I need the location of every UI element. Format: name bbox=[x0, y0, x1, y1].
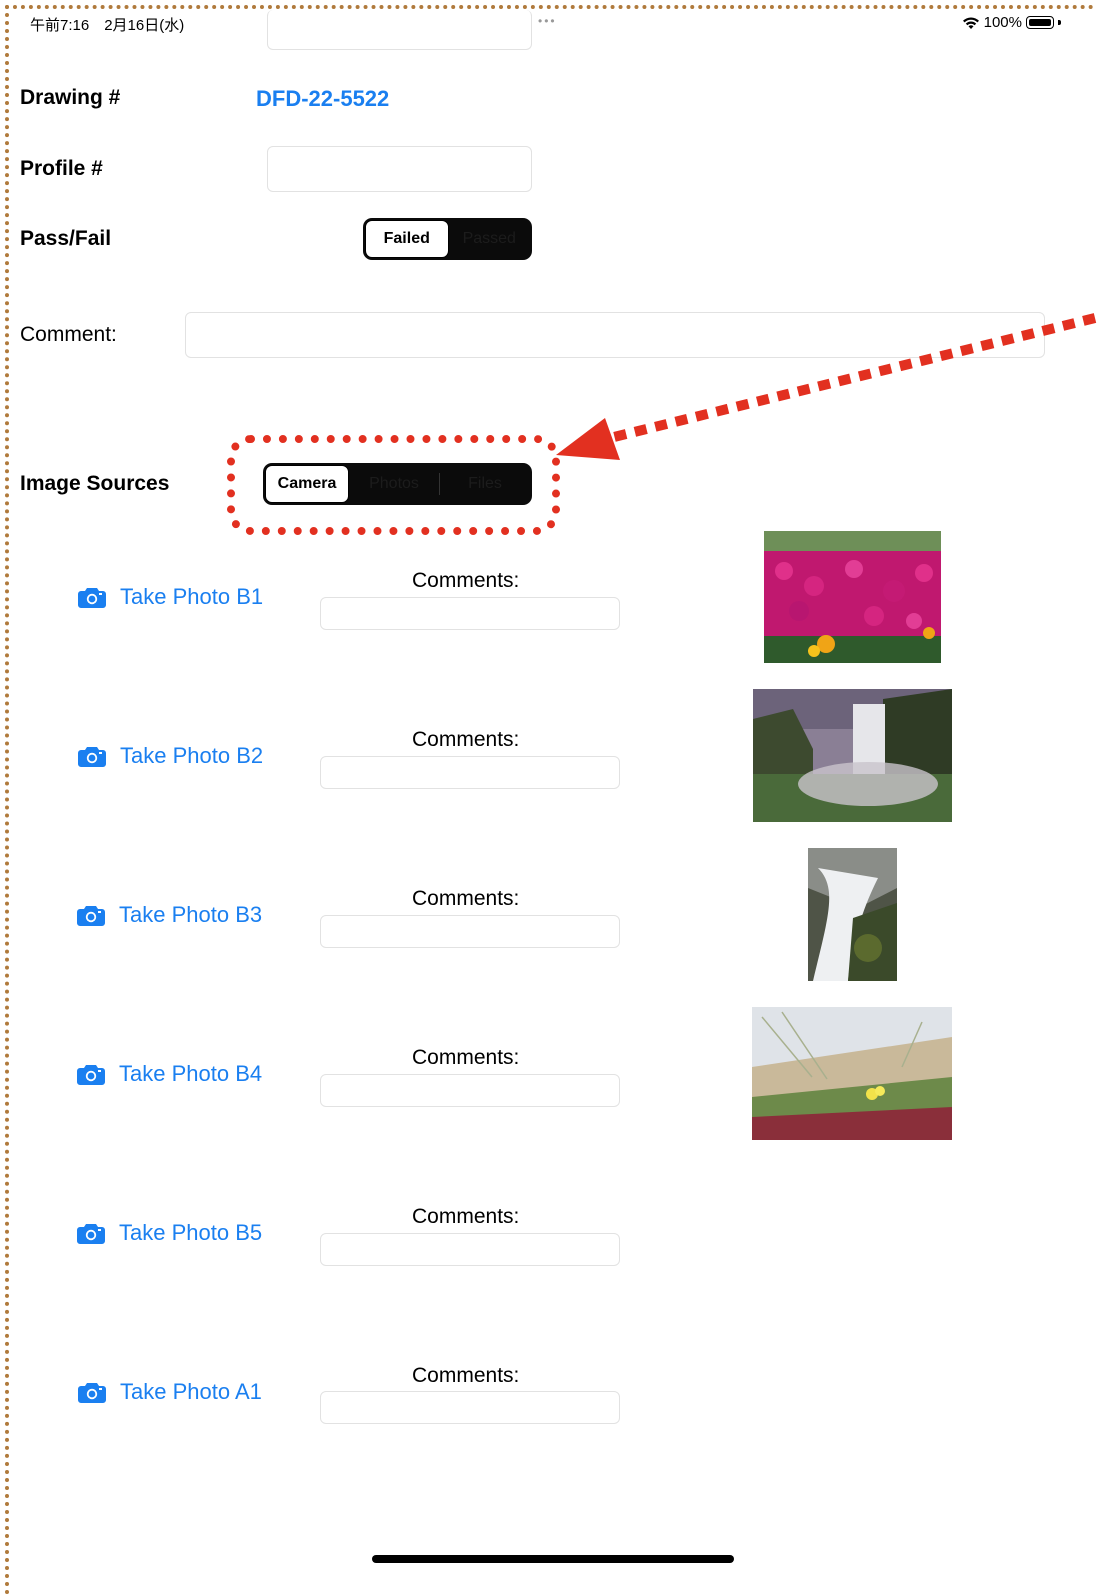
take-photo-button[interactable]: Take Photo B3 bbox=[77, 902, 262, 928]
take-photo-button[interactable]: Take Photo B5 bbox=[77, 1220, 262, 1246]
camera-icon bbox=[77, 906, 105, 926]
comments-input[interactable] bbox=[320, 915, 620, 948]
camera-icon bbox=[78, 747, 106, 767]
comments-input[interactable] bbox=[320, 1391, 620, 1424]
take-photo-label: Take Photo B4 bbox=[119, 1061, 263, 1086]
multitasking-dots[interactable]: ••• bbox=[538, 14, 557, 28]
take-photo-label: Take Photo B3 bbox=[119, 902, 263, 927]
annotation-arrow bbox=[556, 313, 1097, 460]
comments-label: Comments: bbox=[412, 1046, 520, 1069]
profile-input[interactable] bbox=[267, 146, 532, 192]
photo-row: Take Photo A1 Comments: bbox=[0, 1325, 1099, 1465]
photo-row: Take Photo B4 Comments: bbox=[0, 1007, 1099, 1147]
dune-flower-image bbox=[752, 1007, 952, 1140]
take-photo-button[interactable]: Take Photo B4 bbox=[77, 1061, 262, 1087]
drawing-label: Drawing # bbox=[20, 86, 121, 109]
passfail-segmented-control[interactable]: Failed Passed bbox=[363, 218, 532, 260]
photo-row: Take Photo B5 Comments: bbox=[0, 1166, 1099, 1306]
profile-label: Profile # bbox=[20, 157, 103, 180]
photo-thumbnail-rocks[interactable] bbox=[808, 848, 897, 981]
status-right: 100% bbox=[962, 14, 1061, 31]
take-photo-button[interactable]: Take Photo B1 bbox=[78, 584, 263, 610]
flowers-image bbox=[764, 531, 941, 663]
segment-failed[interactable]: Failed bbox=[365, 220, 449, 258]
comments-label: Comments: bbox=[412, 887, 520, 910]
image-sources-label: Image Sources bbox=[20, 472, 170, 495]
photo-thumbnail-flowers[interactable] bbox=[764, 531, 941, 663]
comments-input[interactable] bbox=[320, 597, 620, 630]
comments-input[interactable] bbox=[320, 1074, 620, 1107]
home-indicator[interactable] bbox=[372, 1555, 734, 1563]
battery-cap bbox=[1058, 20, 1061, 25]
take-photo-button[interactable]: Take Photo A1 bbox=[78, 1379, 262, 1405]
camera-icon bbox=[77, 1065, 105, 1085]
take-photo-label: Take Photo B1 bbox=[120, 584, 264, 609]
camera-icon bbox=[78, 588, 106, 608]
annotation-highlight-box bbox=[227, 435, 560, 535]
take-photo-label: Take Photo B5 bbox=[119, 1220, 263, 1245]
take-photo-label: Take Photo A1 bbox=[120, 1379, 262, 1404]
status-time-date: 午前7:16 2月16日(水) bbox=[30, 17, 185, 34]
partial-top-field[interactable] bbox=[267, 10, 532, 50]
comment-label: Comment: bbox=[20, 323, 117, 346]
drawing-number-value: DFD-22-5522 bbox=[256, 86, 390, 111]
take-photo-label: Take Photo B2 bbox=[120, 743, 264, 768]
comments-label: Comments: bbox=[412, 1364, 520, 1387]
passfail-label: Pass/Fail bbox=[20, 227, 112, 250]
wifi-icon bbox=[962, 16, 979, 29]
camera-icon bbox=[78, 1383, 106, 1403]
comments-input[interactable] bbox=[320, 1233, 620, 1266]
camera-icon bbox=[77, 1224, 105, 1244]
photo-row: Take Photo B1 Comments: bbox=[0, 530, 1099, 670]
photo-thumbnail-dune[interactable] bbox=[752, 1007, 952, 1140]
comments-label: Comments: bbox=[412, 1205, 520, 1228]
take-photo-button[interactable]: Take Photo B2 bbox=[78, 743, 263, 769]
comments-label: Comments: bbox=[412, 728, 520, 751]
comments-input[interactable] bbox=[320, 756, 620, 789]
photo-row: Take Photo B2 Comments: bbox=[0, 689, 1099, 829]
waterfall-image bbox=[753, 689, 952, 822]
photo-row: Take Photo B3 Comments: bbox=[0, 848, 1099, 988]
rocks-waterfall-image bbox=[808, 848, 897, 981]
photo-thumbnail-waterfall[interactable] bbox=[753, 689, 952, 822]
segment-passed[interactable]: Passed bbox=[449, 220, 531, 258]
comments-label: Comments: bbox=[412, 569, 520, 592]
battery-percent: 100% bbox=[983, 14, 1022, 31]
battery-icon bbox=[1026, 16, 1054, 29]
